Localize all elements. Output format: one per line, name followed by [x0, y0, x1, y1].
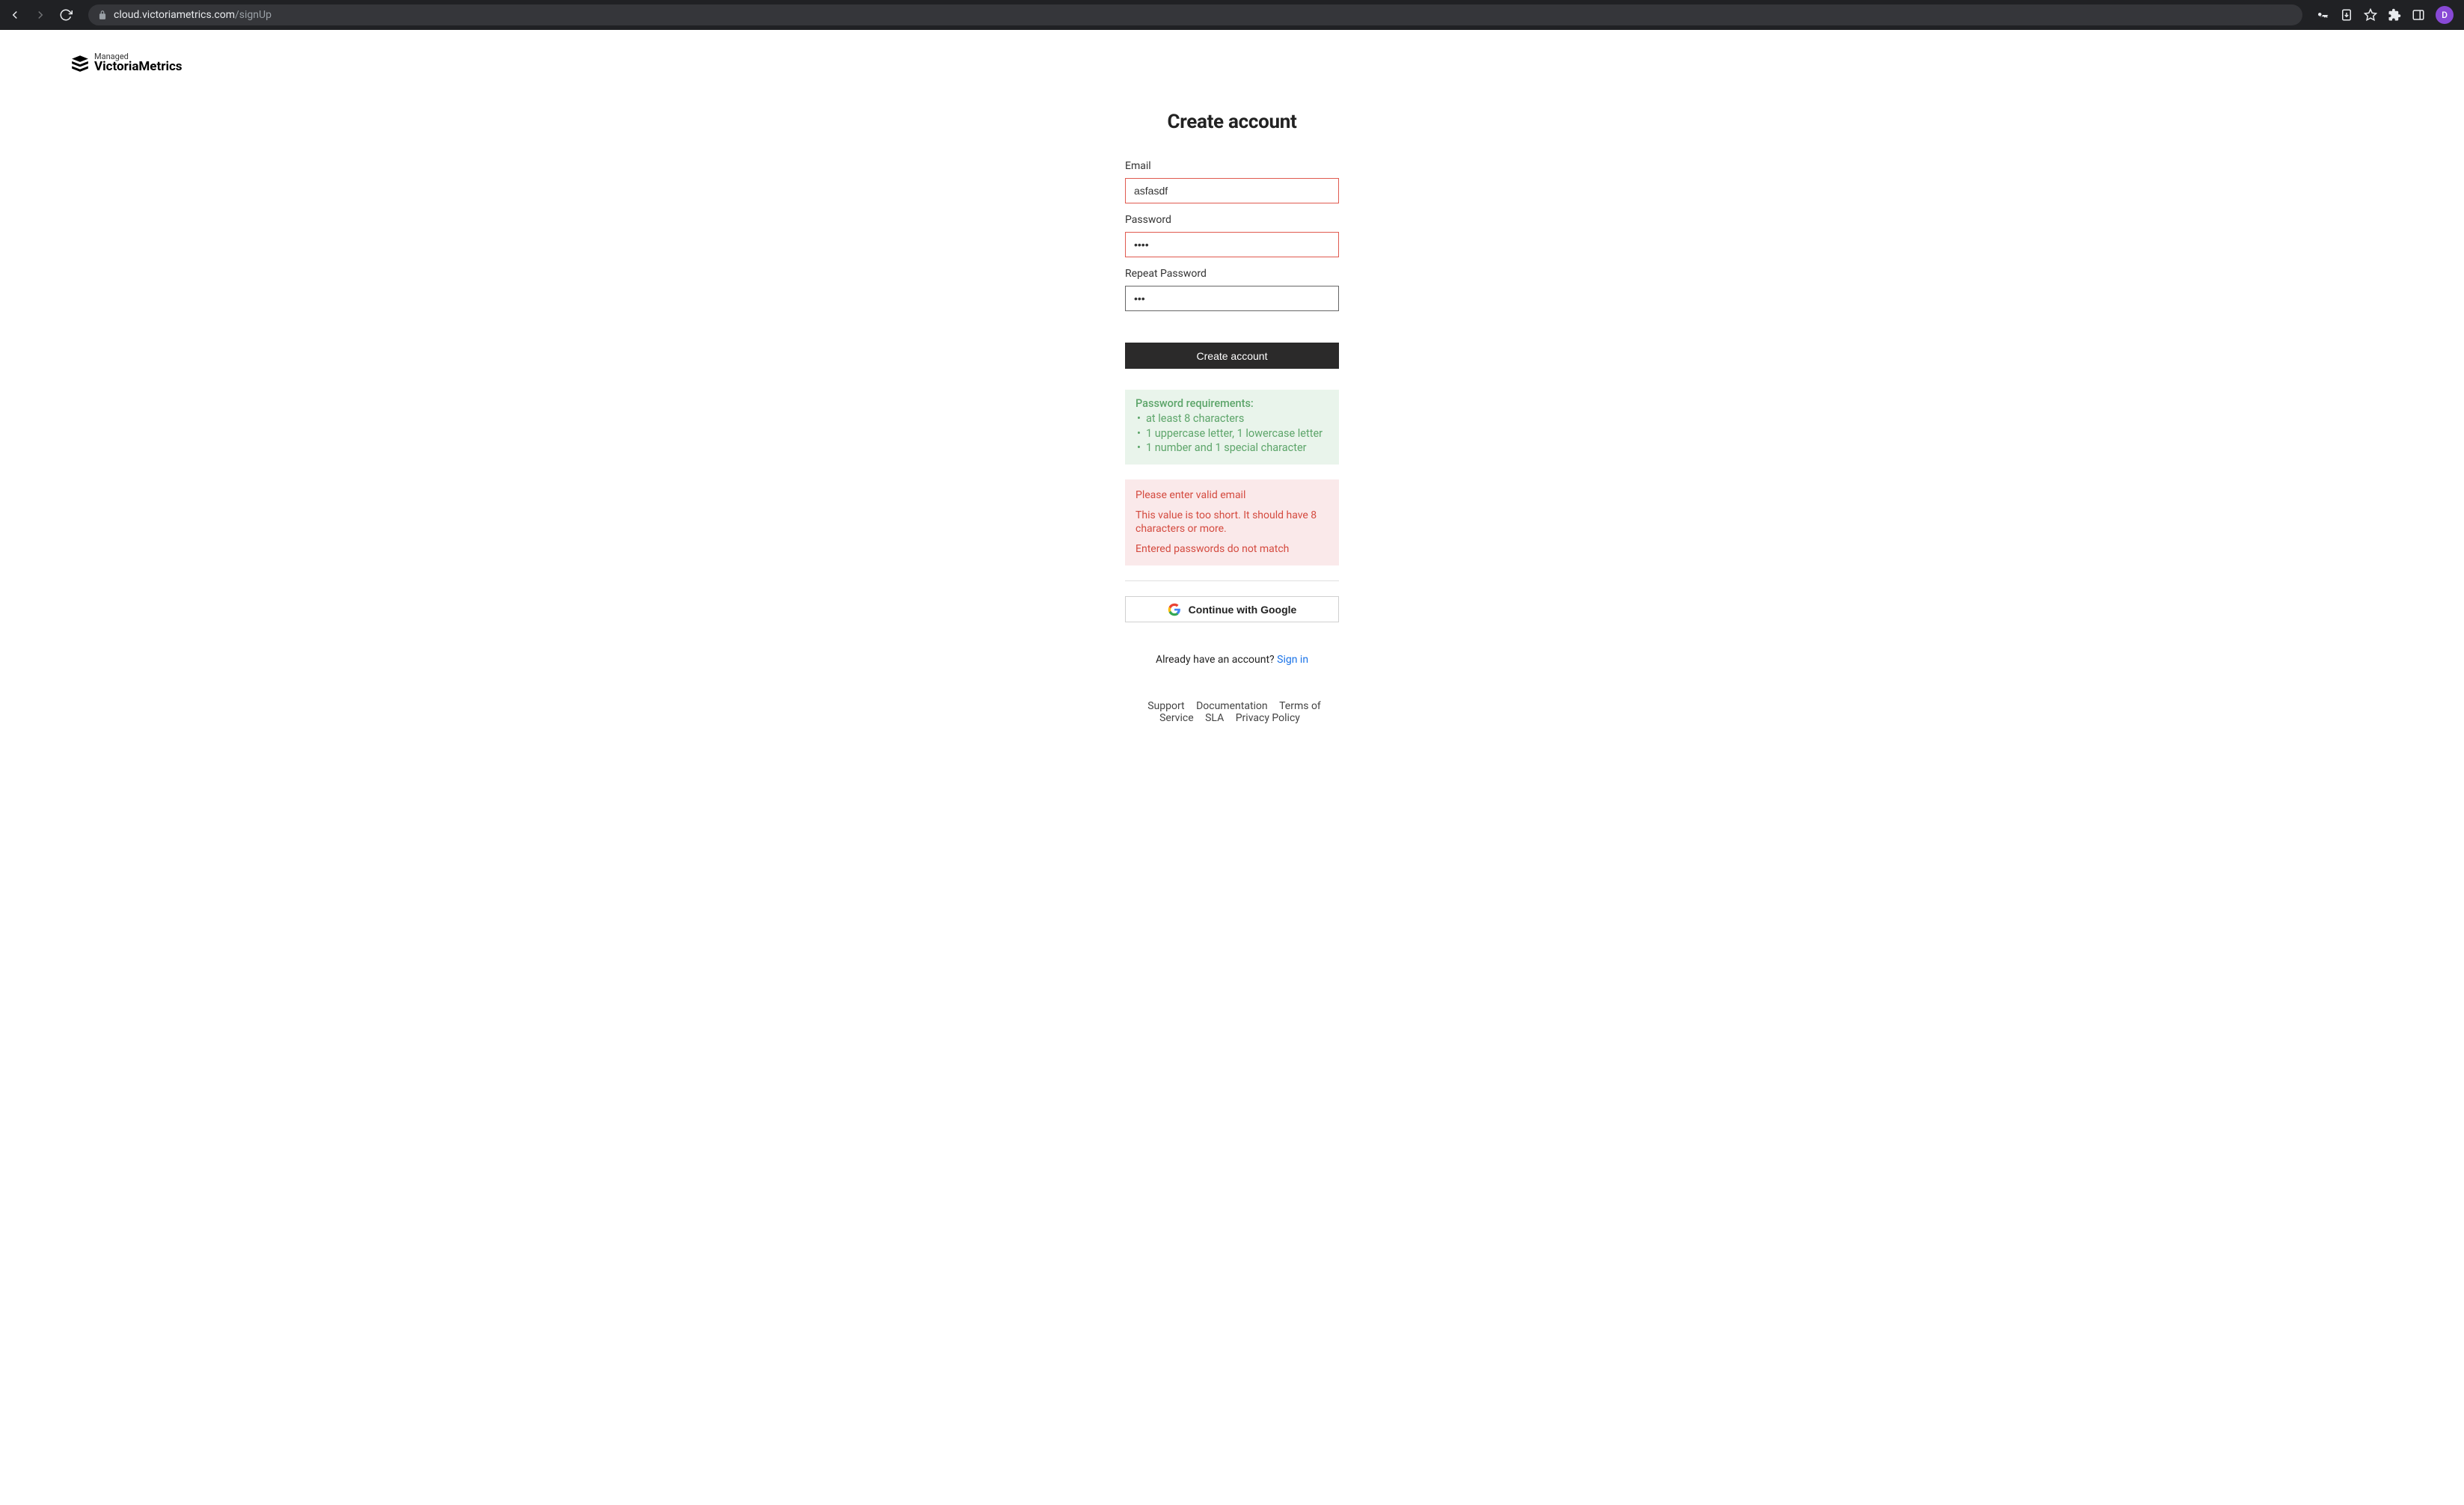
- page-body: Managed VictoriaMetrics Create account E…: [0, 30, 2464, 1505]
- requirement-item: 1 uppercase letter, 1 lowercase letter: [1136, 426, 1328, 441]
- extensions-icon[interactable]: [2388, 8, 2401, 22]
- password-requirements-box: Password requirements: at least 8 charac…: [1125, 390, 1339, 465]
- google-icon: [1168, 603, 1181, 616]
- footer: Support Documentation Terms of Service S…: [1125, 700, 1339, 724]
- google-button-label: Continue with Google: [1189, 604, 1297, 616]
- divider: [1125, 580, 1339, 581]
- footer-link-documentation[interactable]: Documentation: [1196, 700, 1268, 712]
- repeat-password-field[interactable]: [1125, 286, 1339, 311]
- requirement-item: 1 number and 1 special character: [1136, 441, 1328, 456]
- error-box: Please enter valid email This value is t…: [1125, 479, 1339, 566]
- sidepanel-icon[interactable]: [2412, 8, 2425, 22]
- error-message: Entered passwords do not match: [1136, 542, 1328, 557]
- profile-avatar[interactable]: D: [2436, 6, 2454, 24]
- repeat-password-label: Repeat Password: [1125, 268, 1339, 280]
- email-field[interactable]: [1125, 178, 1339, 203]
- error-message: Please enter valid email: [1136, 488, 1328, 503]
- requirements-title: Password requirements:: [1136, 397, 1328, 410]
- lock-icon: [97, 10, 108, 20]
- footer-link-privacy[interactable]: Privacy Policy: [1236, 712, 1300, 724]
- url-text: cloud.victoriametrics.com/signUp: [114, 9, 272, 21]
- page-title: Create account: [1125, 111, 1339, 133]
- signin-link[interactable]: Sign in: [1277, 654, 1308, 666]
- forward-button[interactable]: [31, 6, 49, 24]
- logo[interactable]: Managed VictoriaMetrics: [70, 52, 2464, 73]
- password-field[interactable]: [1125, 232, 1339, 257]
- logo-icon: [70, 53, 90, 73]
- footer-link-sla[interactable]: SLA: [1205, 712, 1224, 724]
- key-icon[interactable]: [2316, 8, 2329, 22]
- star-icon[interactable]: [2364, 8, 2377, 22]
- requirement-item: at least 8 characters: [1136, 411, 1328, 426]
- browser-chrome: cloud.victoriametrics.com/signUp D: [0, 0, 2464, 30]
- signin-prompt: Already have an account? Sign in: [1125, 654, 1339, 666]
- install-icon[interactable]: [2340, 8, 2353, 22]
- back-button[interactable]: [6, 6, 24, 24]
- password-label: Password: [1125, 214, 1339, 226]
- footer-link-support[interactable]: Support: [1147, 700, 1184, 712]
- url-bar[interactable]: cloud.victoriametrics.com/signUp: [88, 4, 2302, 25]
- logo-name-text: VictoriaMetrics: [94, 61, 183, 73]
- reload-button[interactable]: [57, 6, 75, 24]
- create-account-button[interactable]: Create account: [1125, 343, 1339, 369]
- error-message: This value is too short. It should have …: [1136, 509, 1328, 537]
- continue-with-google-button[interactable]: Continue with Google: [1125, 596, 1339, 622]
- email-label: Email: [1125, 160, 1339, 172]
